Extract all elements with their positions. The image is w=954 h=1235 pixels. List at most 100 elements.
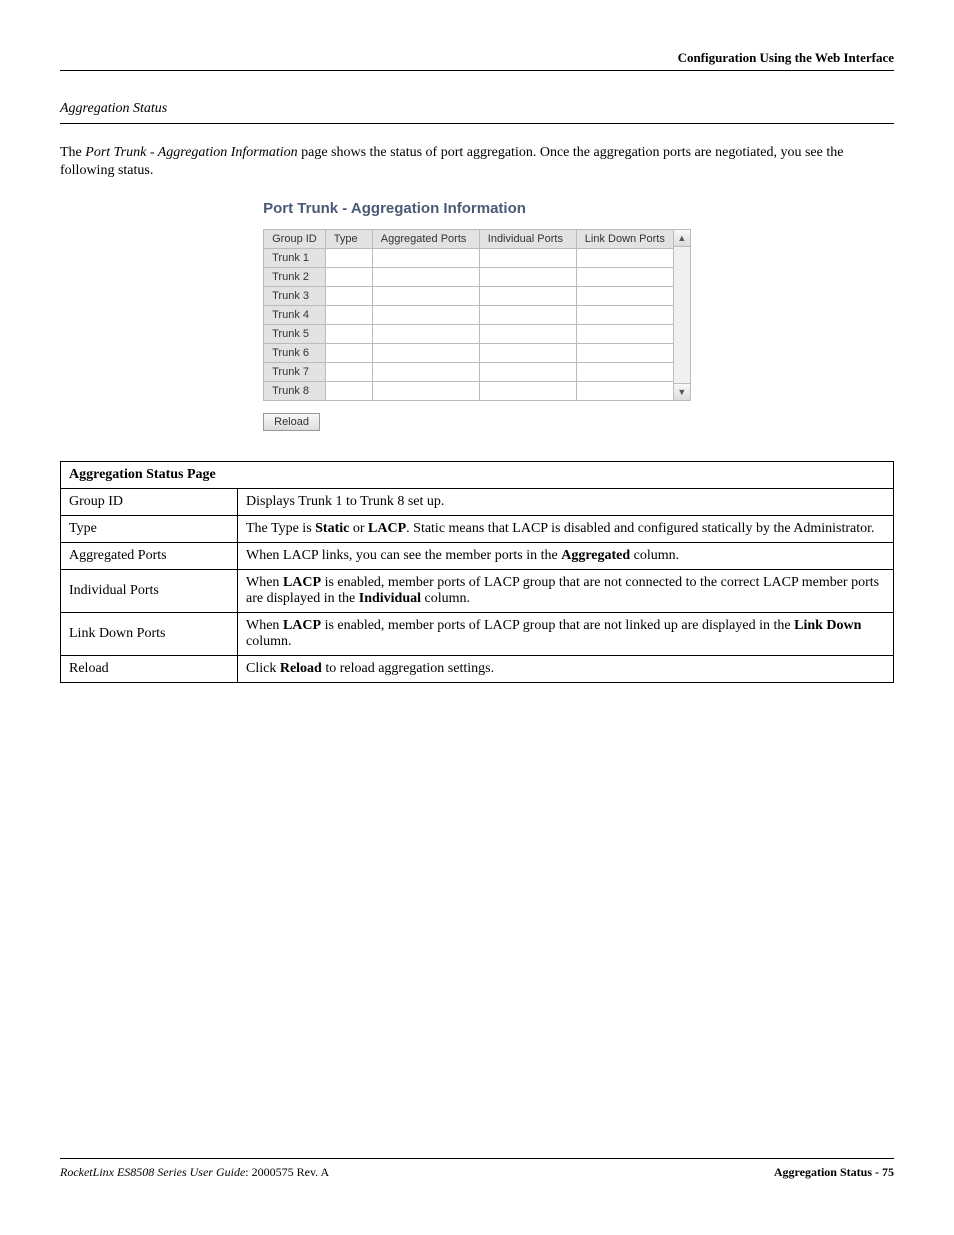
cell-ind <box>479 325 576 344</box>
desc-label: Aggregated Ports <box>61 543 238 570</box>
desc-text: Click Reload to reload aggregation setti… <box>238 656 894 683</box>
page-footer: RocketLinx ES8508 Series User Guide: 200… <box>60 1158 894 1180</box>
scrollbar[interactable]: ▲ ▼ <box>674 229 691 401</box>
desc-row: Group ID Displays Trunk 1 to Trunk 8 set… <box>61 489 894 516</box>
cell-ld <box>576 344 673 363</box>
t: is enabled, member ports of LACP group t… <box>246 575 879 606</box>
cell-ld <box>576 382 673 401</box>
figure-title: Port Trunk - Aggregation Information <box>263 200 691 217</box>
desc-table-header-row: Aggregation Status Page <box>61 462 894 489</box>
cell-agg <box>372 325 479 344</box>
b: LACP <box>368 521 406 536</box>
reload-button[interactable]: Reload <box>263 413 320 431</box>
cell-group-id: Trunk 2 <box>264 268 326 287</box>
section-title-text: Aggregation Status <box>60 101 167 116</box>
b: Aggregated <box>561 548 630 563</box>
cell-type <box>325 287 372 306</box>
desc-text: Displays Trunk 1 to Trunk 8 set up. <box>238 489 894 516</box>
t: When <box>246 575 283 590</box>
section-title: Aggregation Status <box>60 101 894 124</box>
cell-ld <box>576 306 673 325</box>
trunk-table-header-row: Group ID Type Aggregated Ports Individua… <box>264 230 674 249</box>
cell-ind <box>479 382 576 401</box>
cell-group-id: Trunk 4 <box>264 306 326 325</box>
desc-row: Type The Type is Static or LACP. Static … <box>61 516 894 543</box>
scroll-up-icon[interactable]: ▲ <box>674 230 690 247</box>
cell-ld <box>576 249 673 268</box>
cell-agg <box>372 306 479 325</box>
desc-row: Reload Click Reload to reload aggregatio… <box>61 656 894 683</box>
t: When <box>246 618 283 633</box>
cell-ld <box>576 268 673 287</box>
desc-text: When LACP links, you can see the member … <box>238 543 894 570</box>
cell-ind <box>479 287 576 306</box>
trunk-table: Group ID Type Aggregated Ports Individua… <box>263 229 674 401</box>
t: The Type is <box>246 521 315 536</box>
cell-agg <box>372 382 479 401</box>
cell-agg <box>372 249 479 268</box>
desc-row: Aggregated Ports When LACP links, you ca… <box>61 543 894 570</box>
cell-type <box>325 249 372 268</box>
desc-label: Reload <box>61 656 238 683</box>
intro-pre: The <box>60 145 85 160</box>
cell-agg <box>372 344 479 363</box>
b: LACP <box>283 575 321 590</box>
footer-left: RocketLinx ES8508 Series User Guide: 200… <box>60 1165 329 1180</box>
table-row: Trunk 4 <box>264 306 674 325</box>
desc-text: When LACP is enabled, member ports of LA… <box>238 613 894 656</box>
table-row: Trunk 6 <box>264 344 674 363</box>
t: Click <box>246 661 280 676</box>
t: is enabled, member ports of LACP group t… <box>321 618 794 633</box>
th-type: Type <box>325 230 372 249</box>
scroll-track[interactable] <box>674 247 690 383</box>
table-row: Trunk 7 <box>264 363 674 382</box>
cell-ld <box>576 325 673 344</box>
desc-label: Group ID <box>61 489 238 516</box>
cell-ind <box>479 249 576 268</box>
table-row: Trunk 3 <box>264 287 674 306</box>
b: Reload <box>280 661 322 676</box>
b: LACP <box>283 618 321 633</box>
figure-wrap: Port Trunk - Aggregation Information Gro… <box>60 200 894 431</box>
cell-agg <box>372 287 479 306</box>
cell-ind <box>479 306 576 325</box>
desc-text: The Type is Static or LACP. Static means… <box>238 516 894 543</box>
t: column. <box>421 591 470 606</box>
cell-agg <box>372 268 479 287</box>
cell-ld <box>576 287 673 306</box>
footer-rev: : 2000575 Rev. A <box>245 1165 329 1179</box>
t: When LACP links, you can see the member … <box>246 548 561 563</box>
t: column. <box>246 634 292 649</box>
t: or <box>349 521 368 536</box>
th-aggregated: Aggregated Ports <box>372 230 479 249</box>
table-row: Trunk 5 <box>264 325 674 344</box>
table-row: Trunk 8 <box>264 382 674 401</box>
th-individual: Individual Ports <box>479 230 576 249</box>
cell-ld <box>576 363 673 382</box>
cell-group-id: Trunk 7 <box>264 363 326 382</box>
cell-agg <box>372 363 479 382</box>
desc-row: Individual Ports When LACP is enabled, m… <box>61 570 894 613</box>
header-title: Configuration Using the Web Interface <box>678 50 894 65</box>
table-row: Trunk 2 <box>264 268 674 287</box>
scroll-down-icon[interactable]: ▼ <box>674 383 690 400</box>
table-row: Trunk 1 <box>264 249 674 268</box>
cell-group-id: Trunk 6 <box>264 344 326 363</box>
cell-group-id: Trunk 1 <box>264 249 326 268</box>
desc-label: Type <box>61 516 238 543</box>
th-linkdown: Link Down Ports <box>576 230 673 249</box>
table-scroll-wrap: Group ID Type Aggregated Ports Individua… <box>263 229 691 401</box>
footer-right: Aggregation Status - 75 <box>774 1165 894 1180</box>
b: Static <box>315 521 349 536</box>
desc-table-caption: Aggregation Status Page <box>61 462 894 489</box>
cell-type <box>325 344 372 363</box>
th-group-id: Group ID <box>264 230 326 249</box>
t: Displays Trunk 1 to Trunk 8 set up. <box>246 494 444 509</box>
cell-group-id: Trunk 3 <box>264 287 326 306</box>
page-header: Configuration Using the Web Interface <box>60 50 894 71</box>
description-table: Aggregation Status Page Group ID Display… <box>60 461 894 683</box>
aggregation-figure: Port Trunk - Aggregation Information Gro… <box>263 200 691 431</box>
desc-row: Link Down Ports When LACP is enabled, me… <box>61 613 894 656</box>
desc-label: Link Down Ports <box>61 613 238 656</box>
desc-label: Individual Ports <box>61 570 238 613</box>
